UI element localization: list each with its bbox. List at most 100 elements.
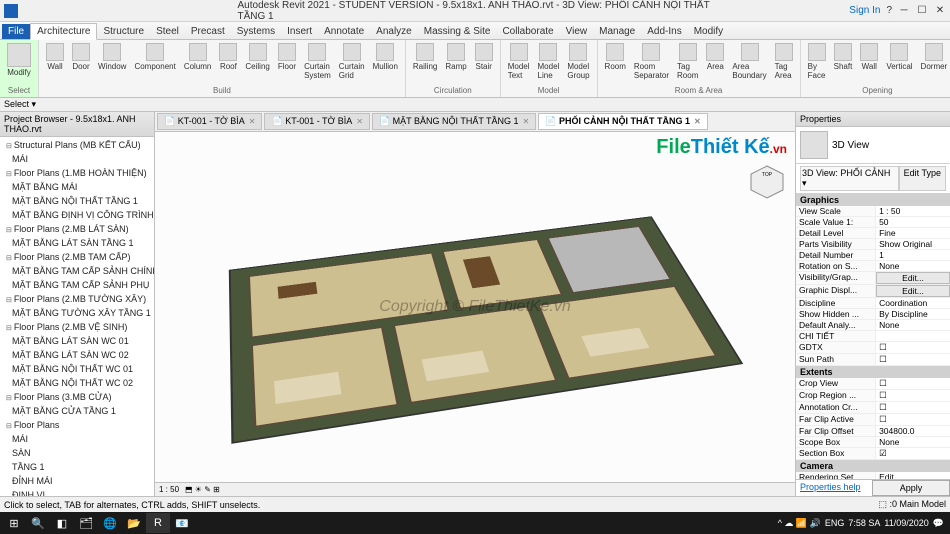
prop-row[interactable]: Far Clip Active <box>796 414 950 426</box>
ribbon-tab-steel[interactable]: Steel <box>150 24 185 39</box>
ribbon-window[interactable]: Window <box>95 42 129 85</box>
tree-node[interactable]: Floor Plans (2.MB TAM CẤP) <box>2 251 152 265</box>
tree-node[interactable]: Structural Plans (MB KẾT CẤU) <box>2 139 152 153</box>
canvas-3d[interactable]: TOP FileThiết Kế.vn Copyright © FileThie… <box>155 132 795 482</box>
tray-time[interactable]: 7:58 SA <box>848 518 880 528</box>
ribbon-curtain-system[interactable]: Curtain System <box>301 42 334 85</box>
ribbon-tab-insert[interactable]: Insert <box>281 24 318 39</box>
ribbon-door[interactable]: Door <box>69 42 93 85</box>
ribbon-tab-massingsite[interactable]: Massing & Site <box>418 24 497 39</box>
taskbar-app[interactable]: 🌐 <box>98 513 122 533</box>
ribbon-tab-annotate[interactable]: Annotate <box>318 24 370 39</box>
close-tab-icon[interactable]: ✕ <box>249 117 256 126</box>
view-tab[interactable]: 📄 PHỐI CẢNH NỘI THẤT TẦNG 1✕ <box>538 113 707 130</box>
status-right[interactable]: ⬚ :0 Main Model <box>878 499 946 510</box>
close-tab-icon[interactable]: ✕ <box>694 117 701 126</box>
view-controls[interactable]: ⬒ ☀ ✎ ⊞ <box>185 485 220 494</box>
ribbon-tab-view[interactable]: View <box>560 24 594 39</box>
close-icon[interactable]: ✕ <box>934 5 946 17</box>
ribbon-room[interactable]: Room <box>602 42 629 85</box>
ribbon-tab-file[interactable]: File <box>2 24 30 39</box>
tree-node[interactable]: Floor Plans <box>2 419 152 433</box>
tree-node[interactable]: MẶT BẰNG TAM CẤP SẢNH PHỤ <box>2 279 152 293</box>
tray-icons[interactable]: ^ ☁ 📶 🔊 <box>778 518 821 529</box>
prop-row[interactable]: GDTX <box>796 342 950 354</box>
ribbon-area[interactable]: Area <box>703 42 727 85</box>
tree-node[interactable]: SÀN <box>2 447 152 461</box>
tree-node[interactable]: Floor Plans (3.MB CỬA) <box>2 391 152 405</box>
tree-node[interactable]: MẶT BẰNG LÁT SÀN TẦNG 1 <box>2 237 152 251</box>
ribbon-tab-collaborate[interactable]: Collaborate <box>496 24 559 39</box>
tree-node[interactable]: MẶT BẰNG ĐỊNH VỊ CÔNG TRÌNH <box>2 209 152 223</box>
maximize-icon[interactable]: ☐ <box>916 5 928 17</box>
tree-node[interactable]: MẶT BẰNG CỬA TẦNG 1 <box>2 405 152 419</box>
ribbon-wall[interactable]: Wall <box>43 42 67 85</box>
tree-node[interactable]: MẶT BẰNG TAM CẤP SẢNH CHÍNH <box>2 265 152 279</box>
tree-node[interactable]: ĐỈNH MÁI <box>2 475 152 489</box>
taskbar-app[interactable]: ⊞ <box>2 513 26 533</box>
ribbon-railing[interactable]: Railing <box>410 42 440 85</box>
view-scale[interactable]: 1 : 50 <box>159 485 179 494</box>
taskbar-app[interactable]: 📧 <box>170 513 194 533</box>
ribbon-curtain-grid[interactable]: Curtain Grid <box>336 42 368 85</box>
prop-row[interactable]: Crop Region ... <box>796 390 950 402</box>
prop-row[interactable]: Scale Value 1:50 <box>796 217 950 228</box>
tree-node[interactable]: MẶT BẰNG LÁT SÀN WC 02 <box>2 349 152 363</box>
tree-node[interactable]: MẶT BẰNG LÁT SÀN WC 01 <box>2 335 152 349</box>
ribbon-room-separator[interactable]: Room Separator <box>631 42 672 85</box>
ribbon-stair[interactable]: Stair <box>472 42 496 85</box>
ribbon-floor[interactable]: Floor <box>275 42 299 85</box>
view-cube[interactable]: TOP <box>747 162 787 202</box>
ribbon-tab-modify[interactable]: Modify <box>688 24 729 39</box>
taskbar-app[interactable]: ◧ <box>50 513 74 533</box>
prop-row[interactable]: CHI TIẾT <box>796 331 950 342</box>
ribbon-vertical[interactable]: Vertical <box>883 42 915 85</box>
view-tab[interactable]: 📄 MẶT BẰNG NỘI THẤT TẦNG 1✕ <box>372 113 536 130</box>
tree-node[interactable]: MẶT BẰNG TƯỜNG XÂY TẦNG 1 <box>2 307 152 321</box>
tree-node[interactable]: MÁI <box>2 433 152 447</box>
tree-node[interactable]: Floor Plans (2.MB VỆ SINH) <box>2 321 152 335</box>
prop-section[interactable]: Graphics <box>796 194 950 206</box>
prop-row[interactable]: Show Hidden ...By Discipline <box>796 309 950 320</box>
tray-notification-icon[interactable]: 💬 <box>933 518 944 529</box>
ribbon-tab-precast[interactable]: Precast <box>185 24 231 39</box>
tree-node[interactable]: Floor Plans (2.MB TƯỜNG XÂY) <box>2 293 152 307</box>
prop-row[interactable]: Annotation Cr... <box>796 402 950 414</box>
prop-row[interactable]: Section Box <box>796 448 950 460</box>
tray-date[interactable]: 11/09/2020 <box>884 518 928 528</box>
taskbar-app[interactable]: 📂 <box>122 513 146 533</box>
taskbar-app[interactable]: 🗂 <box>74 513 98 533</box>
ribbon-model-group[interactable]: Model Group <box>564 42 592 85</box>
ribbon-model-text[interactable]: Model Text <box>505 42 533 85</box>
ribbon-tab-architecture[interactable]: Architecture <box>30 23 97 40</box>
taskbar-app[interactable]: 🔍 <box>26 513 50 533</box>
prop-row[interactable]: Far Clip Offset304800.0 <box>796 426 950 437</box>
ribbon-model-line[interactable]: Model Line <box>535 42 563 85</box>
prop-row[interactable]: Parts VisibilityShow Original <box>796 239 950 250</box>
prop-row[interactable]: Visibility/Grap...Edit... <box>796 272 950 285</box>
tree-node[interactable]: MẶT BẰNG NỘI THẤT WC 02 <box>2 377 152 391</box>
ribbon-tab-addins[interactable]: Add-Ins <box>641 24 687 39</box>
view-tab[interactable]: 📄 KT-001 - TỜ BÌA✕ <box>264 113 369 130</box>
view-tab[interactable]: 📄 KT-001 - TỜ BÌA✕ <box>157 113 262 130</box>
ribbon-area-boundary[interactable]: Area Boundary <box>729 42 769 85</box>
prop-row[interactable]: Scope BoxNone <box>796 437 950 448</box>
tree-node[interactable]: Floor Plans (1.MB HOÀN THIỆN) <box>2 167 152 181</box>
taskbar-app[interactable]: R <box>146 513 170 533</box>
ribbon-tab-analyze[interactable]: Analyze <box>370 24 418 39</box>
prop-row[interactable]: View Scale1 : 50 <box>796 206 950 217</box>
prop-row[interactable]: DisciplineCoordination <box>796 298 950 309</box>
ribbon-modify[interactable]: Modify <box>4 42 34 85</box>
prop-row[interactable]: Default Analy...None <box>796 320 950 331</box>
prop-row[interactable]: Detail Number1 <box>796 250 950 261</box>
ribbon-tab-systems[interactable]: Systems <box>231 24 281 39</box>
ribbon-ceiling[interactable]: Ceiling <box>242 42 272 85</box>
ribbon-tab-manage[interactable]: Manage <box>593 24 641 39</box>
tree-node[interactable]: MẶT BẰNG NỘI THẤT WC 01 <box>2 363 152 377</box>
prop-row[interactable]: Sun Path <box>796 354 950 366</box>
tray-lang[interactable]: ENG <box>825 518 845 528</box>
prop-section[interactable]: Extents <box>796 366 950 378</box>
ribbon-by-face[interactable]: By Face <box>805 42 829 85</box>
prop-row[interactable]: Rotation on S...None <box>796 261 950 272</box>
ribbon-dormer[interactable]: Dormer <box>918 42 950 85</box>
